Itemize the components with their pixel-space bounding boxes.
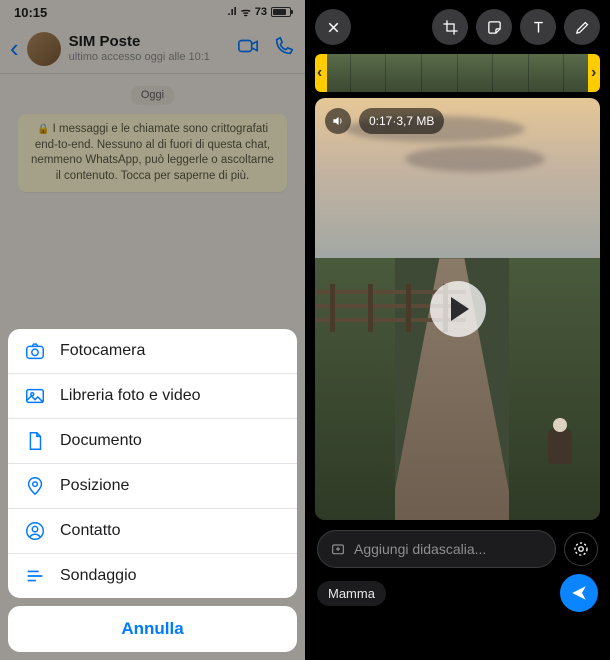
video-trim-timeline[interactable] bbox=[315, 54, 600, 92]
crop-icon[interactable] bbox=[432, 9, 468, 45]
mute-icon[interactable] bbox=[325, 108, 351, 134]
video-editor-screen: 0:17 · 3,7 MB Aggiungi didascalia... Mam… bbox=[305, 0, 610, 660]
caption-row: Aggiungi didascalia... bbox=[305, 520, 610, 574]
draw-icon[interactable] bbox=[564, 9, 600, 45]
document-icon bbox=[24, 430, 46, 452]
text-icon[interactable] bbox=[520, 9, 556, 45]
editor-toolbar bbox=[305, 0, 610, 54]
gallery-icon bbox=[24, 385, 46, 407]
sheet-item-label: Fotocamera bbox=[60, 342, 145, 360]
location-icon bbox=[24, 475, 46, 497]
sheet-item-label: Contatto bbox=[60, 522, 120, 540]
sheet-item-gallery[interactable]: Libreria foto e video bbox=[8, 374, 297, 419]
poll-icon bbox=[24, 565, 46, 587]
video-meta-text: 0:17 · 3,7 MB bbox=[359, 108, 444, 134]
action-sheet-list: Fotocamera Libreria foto e video Documen… bbox=[8, 329, 297, 598]
sheet-item-label: Documento bbox=[60, 432, 142, 450]
play-icon[interactable] bbox=[430, 281, 486, 337]
sticker-icon[interactable] bbox=[476, 9, 512, 45]
sheet-item-contact[interactable]: Contatto bbox=[8, 509, 297, 554]
close-icon[interactable] bbox=[315, 9, 351, 45]
whatsapp-chat-screen: 10:15 .ıl ᯤ 73 ‹ SIM Poste ultimo access… bbox=[0, 0, 305, 660]
sheet-item-label: Libreria foto e video bbox=[60, 387, 201, 405]
camera-icon bbox=[24, 340, 46, 362]
cancel-button[interactable]: Annulla bbox=[8, 606, 297, 652]
video-preview[interactable]: 0:17 · 3,7 MB bbox=[315, 98, 600, 520]
sheet-item-poll[interactable]: Sondaggio bbox=[8, 554, 297, 598]
caption-input[interactable]: Aggiungi didascalia... bbox=[317, 530, 556, 568]
quality-icon[interactable] bbox=[564, 532, 598, 566]
trim-handle-right[interactable] bbox=[588, 54, 600, 92]
sheet-item-document[interactable]: Documento bbox=[8, 419, 297, 464]
sheet-item-location[interactable]: Posizione bbox=[8, 464, 297, 509]
add-photo-icon bbox=[330, 541, 346, 557]
send-button[interactable] bbox=[560, 574, 598, 612]
attachment-action-sheet: Fotocamera Libreria foto e video Documen… bbox=[0, 321, 305, 660]
trim-handle-left[interactable] bbox=[315, 54, 327, 92]
send-row: Mamma bbox=[305, 574, 610, 622]
sheet-item-label: Posizione bbox=[60, 477, 129, 495]
recipient-chip[interactable]: Mamma bbox=[317, 581, 386, 606]
sheet-item-label: Sondaggio bbox=[60, 567, 137, 585]
caption-placeholder: Aggiungi didascalia... bbox=[354, 541, 486, 557]
contact-icon bbox=[24, 520, 46, 542]
sheet-item-camera[interactable]: Fotocamera bbox=[8, 329, 297, 374]
